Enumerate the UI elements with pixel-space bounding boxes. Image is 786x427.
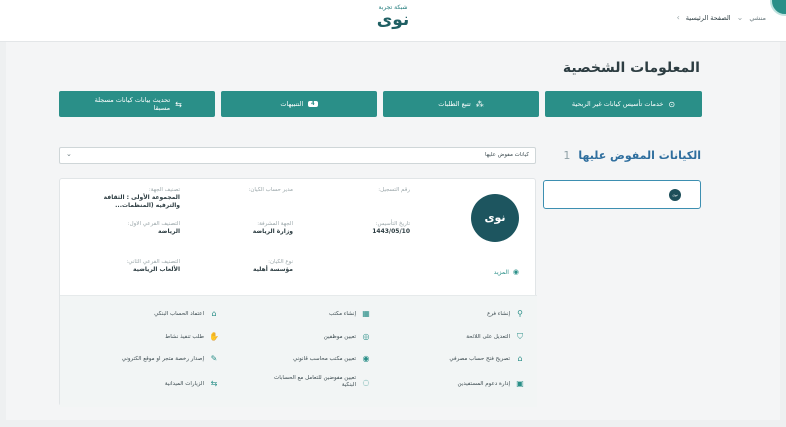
info-subclass-2: التصنيف الفرعي الثاني: الألعاب الرياضية bbox=[80, 259, 180, 274]
entity-info-section: نوى ◉ المزيد رقم التسجيل: مدير حساب الكي… bbox=[60, 179, 537, 295]
info-classification: تصنيف الجهة: المجموعة الأولى : الثقافة و… bbox=[80, 187, 180, 210]
top-bar: منشي ⌄ الصفحة الرئيسية › شبكة تجربة نوى bbox=[0, 0, 786, 42]
employee-icon: ◎ bbox=[362, 332, 370, 341]
field-label: مدير حساب الكيان: bbox=[248, 187, 293, 193]
field-value: 1443/05/10 bbox=[372, 228, 410, 235]
field-label: نوع الكيان: bbox=[268, 259, 293, 265]
entity-logo: نوى bbox=[471, 194, 519, 242]
delegate-icon: ◌ bbox=[362, 377, 370, 387]
user-avatar[interactable] bbox=[770, 0, 786, 16]
brand-logo[interactable]: شبكة تجربة نوى bbox=[356, 4, 430, 29]
chevron-down-icon[interactable]: ⌄ bbox=[737, 13, 744, 22]
hire-employees-service[interactable]: ◎ تعيين موظفين bbox=[324, 332, 371, 341]
breadcrumb-user[interactable]: منشي bbox=[749, 14, 766, 22]
entities-heading: الكيانات المفوض عليها 1 bbox=[563, 149, 701, 162]
notifications-button[interactable]: 4 التنبيهات bbox=[221, 91, 377, 117]
field-label: رقم التسجيل: bbox=[378, 187, 410, 193]
branch-icon: ⚲ bbox=[517, 309, 523, 318]
shield-check-icon: ⛉ bbox=[517, 332, 523, 341]
tracking-icon: ⁂ bbox=[475, 99, 484, 109]
plus-circle-icon: ⊙ bbox=[668, 99, 676, 109]
brand-name: نوى bbox=[376, 10, 411, 30]
field-label: التصنيف الفرعي الثاني: bbox=[126, 259, 180, 265]
action-label: تحديث بيانات كيانات مسجلة مسبقا bbox=[94, 96, 171, 112]
update-entities-button[interactable]: ⇆ تحديث بيانات كيانات مسجلة مسبقا bbox=[59, 91, 215, 117]
visits-icon: ⇆ bbox=[210, 379, 218, 388]
service-label: تعيين موظفين bbox=[323, 333, 356, 340]
entity-logo-icon: نوى bbox=[669, 189, 681, 201]
field-value: المجموعة الأولى : الثقافة والترفيه (المن… bbox=[103, 194, 180, 209]
info-registration: رقم التسجيل: bbox=[310, 187, 410, 194]
bylaws-amendment-service[interactable]: ⛉ التعديل على اللائحة bbox=[466, 332, 525, 342]
action-label: التنبيهات bbox=[280, 100, 304, 108]
more-link[interactable]: ◉ المزيد bbox=[494, 268, 519, 276]
action-bar: ⊙ خدمات تأسيس كيانات غير الربحية ⁂ تتبع … bbox=[59, 91, 702, 117]
service-label: تصريح فتح حساب مصرفي bbox=[449, 355, 510, 362]
field-value: مؤسسة أهلية bbox=[253, 266, 293, 273]
service-label: اعتماد الحساب البنكي bbox=[154, 310, 204, 317]
service-label: إدارة دعوم المستفيدين bbox=[457, 380, 510, 387]
field-label: الجهة المشرفة: bbox=[257, 221, 293, 227]
info-sponsor: الجهة المشرفة: وزارة الرياضة bbox=[193, 221, 293, 236]
info-manager: مدير حساب الكيان: bbox=[193, 187, 293, 194]
support-icon: ▣ bbox=[516, 379, 524, 388]
building-icon: ▦ bbox=[362, 309, 370, 318]
action-label: خدمات تأسيس كيانات غير الربحية bbox=[571, 100, 664, 108]
activity-request-service[interactable]: ✋ طلب تنفيذ نشاط bbox=[165, 332, 219, 341]
service-label: إصدار رخصة متجر او موقع الكتروني bbox=[121, 355, 204, 362]
store-license-service[interactable]: ✎ إصدار رخصة متجر او موقع الكتروني bbox=[122, 354, 219, 363]
page-title: المعلومات الشخصية bbox=[562, 60, 700, 76]
field-value: الرياضة bbox=[158, 228, 180, 235]
hand-icon: ✋ bbox=[209, 332, 219, 341]
service-label: الزيارات الميدانية bbox=[164, 380, 204, 387]
service-label: تعيين مكتب محاسب قانوني bbox=[293, 355, 356, 362]
accountant-icon: ◉ bbox=[362, 354, 370, 363]
service-label: إنشاء فرع bbox=[487, 310, 510, 317]
services-section: ⚲ إنشاء فرع ▦ إنشاء مكتب ⌂ اعتماد الحساب… bbox=[60, 295, 537, 407]
notification-badge: 4 bbox=[308, 101, 318, 107]
license-icon: ✎ bbox=[210, 354, 218, 363]
bank-delegates-service[interactable]: ◌ تعيين مفوضين للتعامل مع الحسابات البنك… bbox=[274, 375, 371, 389]
entities-filter-select[interactable]: كيانات مفوض عليها ⌄ bbox=[59, 147, 536, 164]
chevron-down-icon: ⌄ bbox=[66, 150, 72, 158]
field-value: الألعاب الرياضية bbox=[133, 266, 180, 273]
entities-title: الكيانات المفوض عليها bbox=[578, 149, 701, 162]
beneficiary-support-service[interactable]: ▣ إدارة دعوم المستفيدين bbox=[457, 379, 525, 388]
bank-permit-service[interactable]: ⌂ تصريح فتح حساب مصرفي bbox=[449, 354, 525, 363]
nonprofit-services-button[interactable]: ⊙ خدمات تأسيس كيانات غير الربحية bbox=[545, 91, 702, 117]
eye-icon: ◉ bbox=[512, 268, 519, 276]
breadcrumb: منشي ⌄ الصفحة الرئيسية › bbox=[677, 13, 766, 22]
select-value: كيانات مفوض عليها bbox=[484, 152, 529, 158]
info-entity-type: نوع الكيان: مؤسسة أهلية bbox=[193, 259, 293, 274]
bank-permit-icon: ⌂ bbox=[517, 354, 523, 363]
info-subclass-1: التصنيف الفرعي الاول: الرياضة bbox=[80, 221, 180, 236]
service-label: طلب تنفيذ نشاط bbox=[165, 333, 204, 340]
create-office-service[interactable]: ▦ إنشاء مكتب bbox=[329, 309, 371, 318]
field-visits-service[interactable]: ⇆ الزيارات الميدانية bbox=[165, 379, 219, 388]
info-founding-date: تاريخ التأسيس: 1443/05/10 bbox=[310, 221, 410, 236]
field-label: تصنيف الجهة: bbox=[148, 187, 180, 193]
field-label: تاريخ التأسيس: bbox=[375, 221, 410, 227]
action-label: تتبع الطلبات bbox=[438, 100, 471, 108]
field-value: وزارة الرياضة bbox=[252, 228, 293, 235]
field-label: التصنيف الفرعي الاول: bbox=[127, 221, 180, 227]
accountant-office-service[interactable]: ◉ تعيين مكتب محاسب قانوني bbox=[293, 354, 371, 363]
bank-icon: ⌂ bbox=[211, 309, 217, 318]
entity-selector-box[interactable]: نوى bbox=[543, 180, 701, 209]
track-requests-button[interactable]: ⁂ تتبع الطلبات bbox=[383, 91, 539, 117]
breadcrumb-home[interactable]: الصفحة الرئيسية bbox=[686, 14, 731, 22]
service-label: إنشاء مكتب bbox=[328, 310, 356, 317]
transfer-icon: ⇆ bbox=[175, 99, 182, 109]
service-label: التعديل على اللائحة bbox=[466, 334, 510, 340]
entities-count: 1 bbox=[563, 149, 571, 162]
entity-card: نوى ◉ المزيد رقم التسجيل: مدير حساب الكي… bbox=[59, 178, 537, 407]
service-label: تعيين مفوضين للتعامل مع الحسابات البنكية bbox=[274, 375, 356, 388]
chevron-left-icon: › bbox=[676, 13, 680, 22]
more-label: المزيد bbox=[493, 268, 509, 276]
create-branch-service[interactable]: ⚲ إنشاء فرع bbox=[487, 309, 525, 318]
bank-account-approval-service[interactable]: ⌂ اعتماد الحساب البنكي bbox=[154, 309, 219, 318]
